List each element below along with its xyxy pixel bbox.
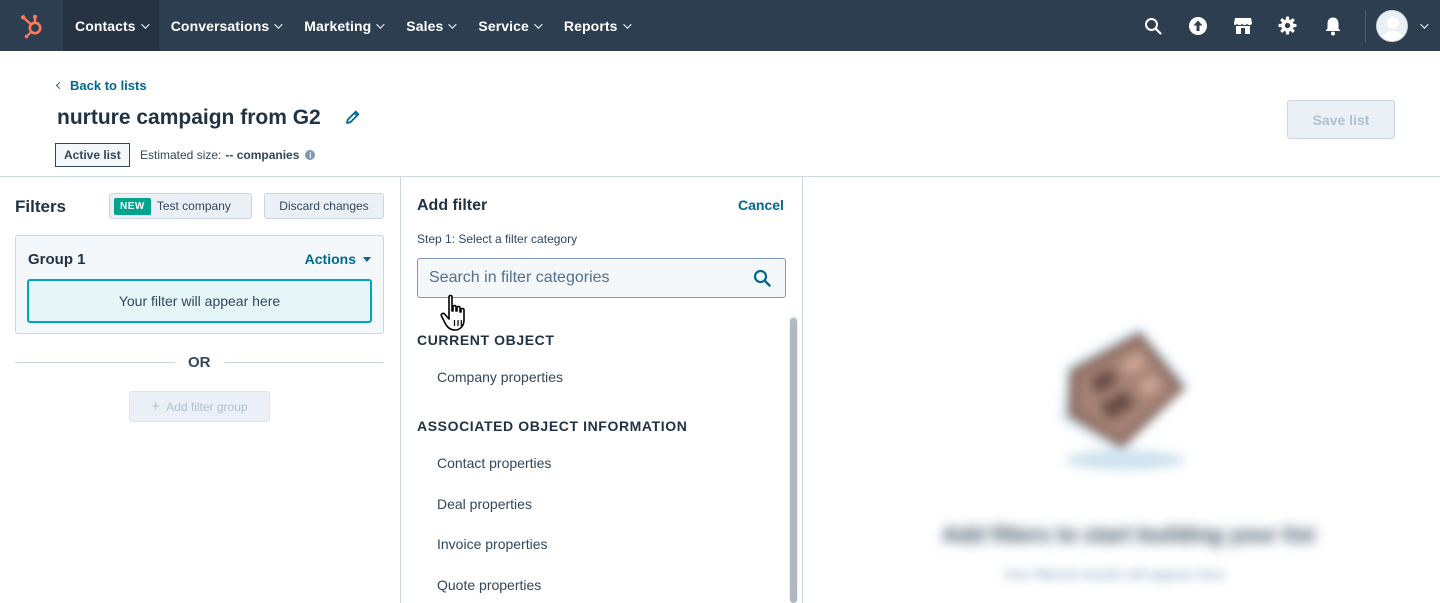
step-instruction: Step 1: Select a filter category — [417, 232, 578, 246]
test-company-button[interactable]: NEW Test company — [109, 193, 252, 219]
chevron-down-icon — [448, 19, 458, 29]
chevron-down-icon — [376, 19, 385, 29]
header-divider — [0, 176, 1440, 177]
list-type-badge: Active list — [55, 143, 130, 167]
empty-state-subtitle: Your filtered results will appear here — [1003, 566, 1226, 582]
nav-utilities — [1130, 0, 1440, 51]
filter-placeholder: Your filter will appear here — [27, 279, 372, 323]
page-title: nurture campaign from G2 — [57, 106, 321, 129]
nav-reports[interactable]: Reports — [552, 0, 641, 51]
chevron-left-icon — [55, 81, 64, 90]
chevron-down-icon — [622, 19, 632, 29]
nav-contacts[interactable]: Contacts — [63, 0, 159, 51]
pencil-icon[interactable] — [345, 109, 361, 130]
discard-changes-button[interactable]: Discard changes — [264, 193, 384, 219]
panel-divider — [802, 176, 803, 603]
avatar[interactable] — [1376, 9, 1408, 42]
hand-pointer-icon — [440, 293, 478, 338]
add-filter-group-label: Add filter group — [166, 399, 248, 414]
filters-title: Filters — [15, 197, 67, 216]
category-heading-associated: ASSOCIATED OBJECT INFORMATION — [417, 418, 688, 434]
caret-down-icon — [363, 256, 371, 262]
or-label: OR — [188, 354, 211, 371]
nav-marketing-label: Marketing — [304, 17, 372, 34]
notifications-icon[interactable] — [1310, 0, 1355, 51]
or-divider-right — [224, 362, 384, 363]
nav-separator — [1365, 9, 1366, 42]
filter-search-box — [417, 258, 786, 298]
nav-sales-label: Sales — [406, 17, 444, 34]
estimated-size: Estimated size: -- companies i — [140, 148, 316, 162]
empty-state-title: Add filters to start building your list — [942, 522, 1315, 547]
search-icon[interactable] — [753, 269, 771, 292]
save-list-button[interactable]: Save list — [1287, 100, 1395, 139]
estimated-size-label: Estimated size: — [140, 148, 222, 162]
category-heading-current-object: CURRENT OBJECT — [417, 332, 555, 348]
new-badge: NEW — [114, 197, 151, 215]
search-icon[interactable] — [1130, 0, 1175, 51]
category-scrollbar[interactable] — [789, 316, 798, 603]
category-invoice-properties[interactable]: Invoice properties — [437, 536, 548, 552]
nav-sales[interactable]: Sales — [394, 0, 466, 51]
test-company-label: Test company — [156, 199, 231, 213]
actions-label: Actions — [304, 251, 356, 267]
empty-state-illustration — [1040, 310, 1210, 485]
info-icon[interactable]: i — [305, 150, 316, 160]
chevron-down-icon[interactable] — [1420, 19, 1429, 29]
or-divider-left — [15, 362, 175, 363]
nav-marketing[interactable]: Marketing — [292, 0, 394, 51]
add-filter-group-button[interactable]: + Add filter group — [129, 391, 270, 422]
category-contact-properties[interactable]: Contact properties — [437, 455, 551, 471]
cancel-button[interactable]: Cancel — [738, 197, 784, 213]
filter-search-input[interactable] — [418, 259, 738, 297]
back-to-lists-link[interactable]: Back to lists — [55, 78, 147, 93]
hubspot-logo-icon[interactable] — [0, 0, 63, 51]
add-filter-title: Add filter — [417, 197, 488, 214]
nav-service-label: Service — [478, 17, 529, 34]
group-title: Group 1 — [28, 251, 86, 268]
filter-group: Group 1 Actions Your filter will appear … — [15, 235, 384, 334]
panel-divider — [400, 176, 401, 603]
nav-conversations-label: Conversations — [170, 17, 270, 34]
actions-dropdown[interactable]: Actions — [305, 251, 371, 267]
upgrade-icon[interactable] — [1175, 0, 1220, 51]
marketplace-icon[interactable] — [1220, 0, 1265, 51]
category-quote-properties[interactable]: Quote properties — [437, 577, 541, 593]
settings-icon[interactable] — [1265, 0, 1310, 51]
nav-reports-label: Reports — [563, 17, 618, 34]
back-to-lists-label: Back to lists — [70, 78, 147, 93]
plus-icon: + — [151, 398, 161, 415]
category-company-properties[interactable]: Company properties — [437, 369, 563, 385]
nav-conversations[interactable]: Conversations — [159, 0, 293, 51]
chevron-down-icon — [534, 19, 543, 29]
chevron-down-icon — [274, 19, 283, 29]
nav-contacts-label: Contacts — [75, 17, 136, 34]
nav-service[interactable]: Service — [466, 0, 552, 51]
category-deal-properties[interactable]: Deal properties — [437, 496, 532, 512]
scrollbar-thumb[interactable] — [790, 318, 797, 603]
chevron-down-icon — [140, 19, 150, 29]
top-navigation: Contacts Conversations Marketing Sales S… — [0, 0, 1440, 51]
estimated-size-value: -- companies — [225, 148, 300, 162]
